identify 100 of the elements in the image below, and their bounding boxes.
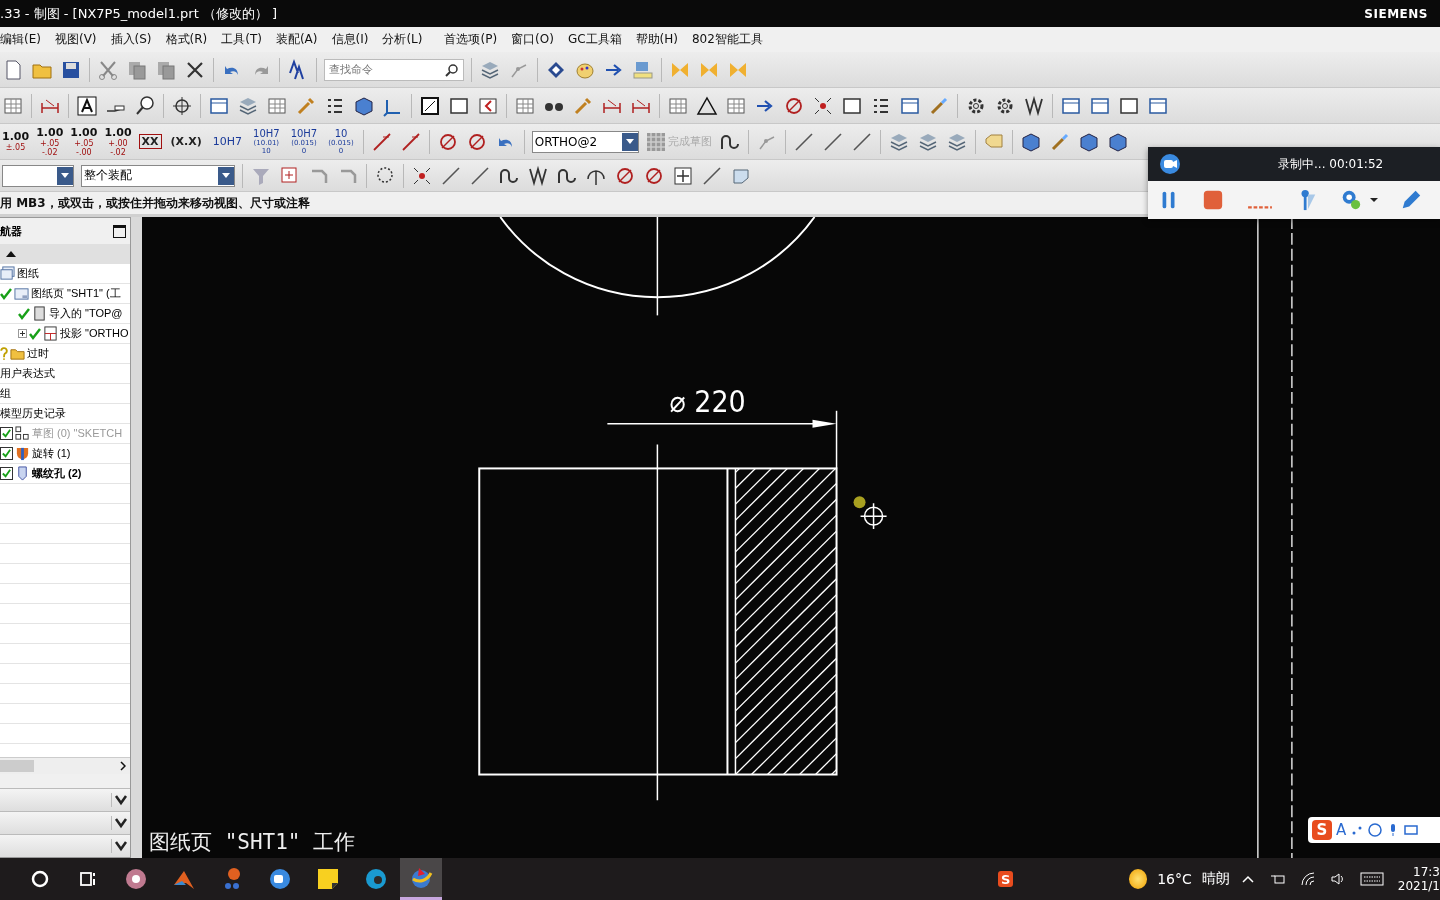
stop-icon[interactable] xyxy=(1202,189,1224,211)
expand-icon[interactable] xyxy=(18,329,27,338)
scroll-right-icon[interactable] xyxy=(120,761,126,771)
weather-temperature: 16°C xyxy=(1157,871,1192,887)
sticky-note-icon[interactable] xyxy=(316,867,340,891)
tree-item[interactable]: 模型历史记录 xyxy=(0,404,130,424)
dot-icon xyxy=(853,496,866,509)
extension-line xyxy=(835,410,838,470)
smiley-icon[interactable] xyxy=(1368,823,1383,837)
ime-mode-toggle[interactable]: A xyxy=(1336,821,1347,839)
chevron-down-icon[interactable] xyxy=(111,816,130,830)
disc-icon[interactable] xyxy=(124,867,148,891)
hatch-icon[interactable] xyxy=(419,94,441,117)
chevron-down-icon[interactable] xyxy=(111,839,130,853)
tolerance-button[interactable]: 1.00 ±.05 xyxy=(2,131,30,152)
tree-item[interactable]: 导入的 "TOP@ xyxy=(0,304,130,324)
check-icon xyxy=(18,307,30,320)
menu-item[interactable]: 格式(R) xyxy=(165,31,208,48)
window-title: .33 - 制图 - [NX7P5_model1.prt （修改的） ] xyxy=(0,4,278,23)
check-icon xyxy=(0,287,12,300)
input-method-icon[interactable]: S xyxy=(1312,820,1332,840)
menu-item[interactable]: GC工具箱 xyxy=(567,31,622,48)
tree-label: 投影 "ORTHO xyxy=(60,326,129,341)
view-grid-icon xyxy=(43,326,58,341)
fit-button[interactable]: 10H7 xyxy=(210,135,244,148)
question-mark-icon xyxy=(0,347,8,360)
dimension-text: ⌀ 220 xyxy=(669,383,746,419)
wifi-icon[interactable] xyxy=(1299,871,1316,887)
zigzag-icon[interactable] xyxy=(1023,94,1045,117)
zigzag-icon[interactable] xyxy=(527,164,549,187)
tree-item[interactable]: 组 xyxy=(0,384,130,404)
menu-item[interactable]: 分析(L) xyxy=(382,31,423,48)
tree-label: 组 xyxy=(0,386,11,401)
view-dropdown[interactable]: ORTHO@2 xyxy=(531,130,639,153)
menu-item[interactable]: 窗口(O) xyxy=(511,31,554,48)
clock[interactable]: 17:3 2021/1 xyxy=(1397,865,1440,893)
check-icon xyxy=(29,327,41,340)
input-method-icon[interactable]: S xyxy=(998,871,1014,887)
menu-item[interactable]: 首选项(P) xyxy=(444,31,498,48)
tree-item[interactable]: 图纸页 "SHT1" (工 xyxy=(0,284,130,304)
tree-label: 图纸 xyxy=(17,266,39,281)
crosshair-icon[interactable] xyxy=(171,94,193,117)
checkbox[interactable] xyxy=(0,467,13,480)
keyboard-icon[interactable] xyxy=(1359,871,1384,887)
sheet-caption: 图纸页 "SHT1" 工作 xyxy=(149,829,356,856)
search-icon[interactable] xyxy=(445,62,459,77)
folder-icon xyxy=(10,346,25,361)
webcam-icon[interactable] xyxy=(1340,189,1362,211)
triangle-icon[interactable] xyxy=(696,94,718,117)
checkbox[interactable] xyxy=(0,447,13,460)
tolerance-button[interactable]: 1.00 +.05 -.02 xyxy=(36,126,64,157)
menu-item[interactable]: 插入(S) xyxy=(110,31,152,48)
menu-item[interactable]: 装配(A) xyxy=(275,31,318,48)
search-field[interactable]: 查找命令 xyxy=(324,58,464,81)
tree-item[interactable]: 投影 "ORTHO xyxy=(0,324,130,344)
menu-item[interactable]: 信息(I) xyxy=(331,31,369,48)
menu-item[interactable]: 视图(V) xyxy=(54,31,97,48)
tree-item[interactable]: 过时 xyxy=(0,344,130,364)
letter-icon[interactable] xyxy=(76,94,98,117)
menu-item[interactable]: 帮助(H) xyxy=(635,31,678,48)
keyboard-icon[interactable] xyxy=(1404,823,1419,837)
clock-time: 17:3 xyxy=(1413,865,1440,879)
tree-item[interactable]: 用户表达式 xyxy=(0,364,130,384)
tree-label: 导入的 "TOP@ xyxy=(49,306,123,321)
format-button[interactable]: (X.X) xyxy=(168,135,204,148)
caret-icon[interactable] xyxy=(1370,198,1378,202)
browser-icon[interactable] xyxy=(364,867,388,891)
clock-date: 2021/1 xyxy=(1397,879,1440,893)
tree-label: 图纸页 "SHT1" (工 xyxy=(31,286,121,301)
tolerance-button[interactable]: 1.00 +.00 -.02 xyxy=(104,126,132,157)
cross-icon[interactable] xyxy=(672,164,694,187)
sheet-stack-icon xyxy=(0,266,15,281)
pencil-icon[interactable] xyxy=(1400,189,1422,211)
line-icon[interactable] xyxy=(440,164,462,187)
tree-label: 螺纹孔 (2) xyxy=(32,466,82,481)
weather-condition: 晴朗 xyxy=(1201,870,1230,888)
chevron-down-icon[interactable] xyxy=(111,793,130,807)
tree-item[interactable]: 旋转 (1) xyxy=(0,444,130,464)
line-icon[interactable] xyxy=(469,164,491,187)
tolerance-button[interactable]: 1.00 +.05 -.00 xyxy=(70,126,98,157)
camera-icon[interactable] xyxy=(268,867,292,891)
horizontal-scrollbar[interactable] xyxy=(0,757,130,774)
menu-item[interactable]: 802智能工具 xyxy=(691,31,763,48)
scope-dropdown[interactable]: 整个装配 xyxy=(81,164,235,187)
menu-item[interactable]: 工具(T) xyxy=(221,31,262,48)
speaker-icon[interactable] xyxy=(1329,871,1346,887)
sun-icon xyxy=(1128,869,1148,889)
tree-label: 模型历史记录 xyxy=(0,406,66,421)
line-icon[interactable] xyxy=(701,164,723,187)
balloon-icon[interactable] xyxy=(134,94,156,117)
tree-item[interactable]: 图纸 xyxy=(0,264,130,284)
taskbar-app[interactable] xyxy=(400,858,443,900)
format-button[interactable]: XX xyxy=(138,134,162,149)
filter-dropdown[interactable] xyxy=(2,164,74,187)
panel-title: 航器 xyxy=(0,223,22,239)
maximize-icon[interactable] xyxy=(113,224,126,238)
camera-icon xyxy=(1158,152,1182,176)
menu-item[interactable]: 编辑(E) xyxy=(0,31,41,48)
collapse-arrow-icon[interactable] xyxy=(6,251,16,257)
cursor-icon xyxy=(859,502,888,530)
